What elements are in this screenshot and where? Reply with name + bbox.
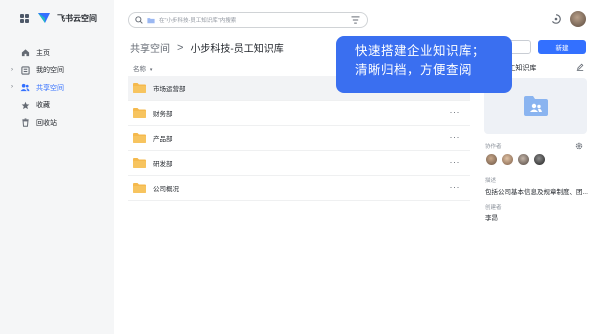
- folder-row-company-overview[interactable]: 公司概况 ···: [128, 176, 470, 201]
- sidebar-item-my-space[interactable]: › 我的空间: [0, 62, 114, 80]
- folder-name: 产品部: [153, 136, 173, 143]
- more-icon[interactable]: ···: [450, 132, 461, 142]
- folder-icon: [133, 183, 146, 193]
- folder-icon: [133, 108, 146, 118]
- search-input[interactable]: 在"小步科技-员工知识库"内搜索: [128, 12, 368, 28]
- brand: 飞书云空间: [20, 10, 97, 26]
- sidebar-item-favorites[interactable]: 收藏: [0, 97, 114, 115]
- column-header-name[interactable]: 名称 ▾: [133, 63, 152, 73]
- promo-line-1: 快速搭建企业知识库；: [355, 44, 486, 58]
- home-icon: [20, 48, 30, 58]
- my-space-icon: [20, 65, 30, 75]
- breadcrumb: 共享空间 > 小步科技-员工知识库: [130, 40, 284, 56]
- search-placeholder: 在"小步科技-员工知识库"内搜索: [159, 18, 237, 24]
- sidebar-item-trash[interactable]: 回收站: [0, 114, 114, 132]
- folder-name: 财务部: [153, 111, 173, 118]
- collaborator-avatar[interactable]: [502, 154, 513, 165]
- folder-icon: [133, 158, 146, 168]
- description-text: 包括公司基本信息及规章制度、团...: [485, 189, 588, 196]
- more-icon[interactable]: ···: [450, 107, 461, 117]
- star-icon: [20, 100, 30, 110]
- search-icon: [135, 16, 143, 24]
- edit-icon[interactable]: [576, 63, 584, 71]
- sidebar-item-label: 回收站: [36, 119, 57, 127]
- app-grid-icon[interactable]: [20, 13, 29, 23]
- folder-row-product[interactable]: 产品部 ···: [128, 126, 470, 151]
- promo-line-2: 清晰归档，方便查阅: [355, 63, 473, 77]
- breadcrumb-separator: >: [177, 41, 184, 54]
- trash-icon: [20, 118, 30, 128]
- folder-scope-icon: [147, 17, 155, 23]
- breadcrumb-root[interactable]: 共享空间: [130, 40, 170, 55]
- filter-icon[interactable]: [351, 16, 360, 24]
- more-icon[interactable]: ···: [450, 182, 461, 192]
- file-list: 市场运营部 财务部 ··· 产品部 ··· 研发部 ··· 公司概况 ···: [128, 76, 470, 201]
- collaborator-avatars: [486, 154, 550, 165]
- user-avatar[interactable]: [570, 11, 586, 27]
- sidebar-item-shared-space[interactable]: › 共享空间: [0, 79, 114, 97]
- shared-folder-icon: [523, 96, 548, 116]
- column-header-label: 名称: [133, 66, 146, 73]
- more-icon[interactable]: ···: [450, 157, 461, 167]
- shared-space-icon: [20, 83, 30, 93]
- collaborators-label: 协作者: [485, 144, 502, 150]
- sidebar-item-home[interactable]: 主页: [0, 44, 114, 62]
- sidebar-nav: 主页 › 我的空间 › 共享空间 收藏 回收站: [0, 44, 114, 132]
- collaborator-avatar[interactable]: [534, 154, 545, 165]
- breadcrumb-current: 小步科技-员工知识库: [190, 44, 284, 55]
- folder-name: 研发部: [153, 161, 173, 168]
- sidebar-item-label: 共享空间: [36, 84, 64, 92]
- folder-name: 市场运营部: [153, 86, 186, 93]
- folder-icon: [133, 133, 146, 143]
- new-button[interactable]: 新建: [538, 40, 586, 54]
- chevron-right-icon[interactable]: ›: [11, 84, 13, 90]
- feishu-logo-icon: [38, 13, 50, 23]
- description-label: 描述: [485, 178, 497, 184]
- sort-down-icon: ▾: [149, 67, 153, 73]
- folder-row-rnd[interactable]: 研发部 ···: [128, 151, 470, 176]
- header-right: [551, 11, 586, 27]
- brand-name: 飞书云空间: [57, 13, 97, 23]
- sidebar-item-label: 我的空间: [36, 67, 64, 75]
- sidebar-item-label: 主页: [36, 49, 50, 57]
- help-icon[interactable]: [551, 14, 561, 24]
- creator-name: 李昂: [485, 215, 498, 222]
- creator-label: 创建者: [485, 205, 502, 211]
- chevron-right-icon[interactable]: ›: [11, 67, 13, 73]
- promo-callout: 快速搭建企业知识库； 清晰归档，方便查阅: [336, 36, 512, 93]
- folder-row-finance[interactable]: 财务部 ···: [128, 101, 470, 126]
- sidebar-item-label: 收藏: [36, 102, 50, 110]
- folder-icon: [133, 83, 146, 93]
- collaborator-avatar[interactable]: [486, 154, 497, 165]
- sidebar: 飞书云空间 主页 › 我的空间 › 共享空间 收藏 回收站: [0, 0, 114, 334]
- folder-name: 公司概况: [153, 186, 179, 193]
- collaborator-avatar[interactable]: [518, 154, 529, 165]
- new-button-label: 新建: [555, 45, 569, 52]
- gear-icon[interactable]: [575, 142, 583, 150]
